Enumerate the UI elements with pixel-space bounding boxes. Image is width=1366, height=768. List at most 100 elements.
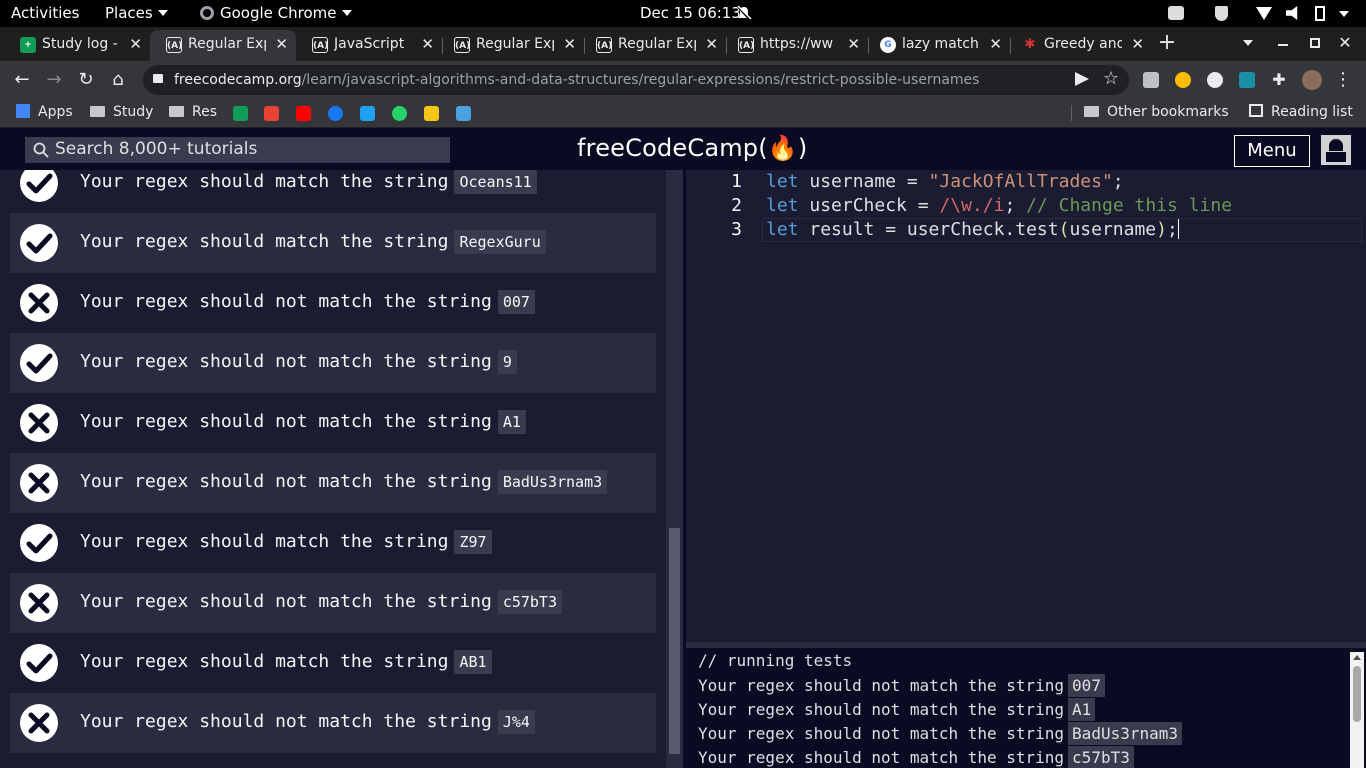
bookmarks-bar: Apps Study Res Other bookmarks Reading l… [0,98,1366,128]
profile-avatar[interactable] [1302,70,1322,90]
bookmark-res[interactable]: Res [169,104,217,120]
facebook-icon[interactable] [328,106,343,121]
test-text: Your regex should match the string [80,651,449,672]
bookmark-other[interactable]: Other bookmarks [1084,104,1229,120]
scrollbar-thumb[interactable] [1353,666,1361,722]
console-scrollbar[interactable] [1350,652,1364,768]
fcc-logo[interactable]: freeCodeCamp(🔥) [577,134,807,162]
home-icon[interactable]: ⌂ [105,67,131,93]
folder-icon [169,106,184,117]
console-line: Your regex should not match the string 00… [698,674,1105,697]
avatar[interactable] [1321,135,1351,165]
restore-icon[interactable] [1310,38,1320,48]
close-icon[interactable]: ✕ [275,35,288,53]
places-menu[interactable]: Places [105,4,168,22]
gmail-icon[interactable] [264,106,279,121]
close-icon[interactable]: ✕ [421,35,434,53]
user-icon-body [1326,152,1346,162]
tab-title: Regular Exp [476,36,554,52]
search-placeholder: Search 8,000+ tutorials [55,139,258,159]
test-result-row: Your regex should match the string AB1 [10,633,656,693]
extension-icon[interactable] [1207,72,1223,88]
tab-search-chevron-icon[interactable] [1232,30,1258,56]
code-text: result = userCheck.test [798,219,1059,240]
test-code: RegexGuru [454,230,546,254]
tab-javascript[interactable]: (A) JavaScript ✕ [296,30,443,61]
console-text: Your regex should not match the string [698,700,1065,719]
scroll-up-icon[interactable] [1353,655,1361,660]
code-line: let userCheck = /\w./i; // Change this l… [766,195,1232,216]
apps-grid-icon [16,104,30,118]
activities-button[interactable]: Activities [11,4,79,22]
close-icon[interactable]: ✕ [847,35,860,53]
chevron-down-icon [1339,11,1349,17]
drive-icon[interactable] [233,106,248,121]
close-icon[interactable]: ✕ [129,35,142,53]
test-code: c57bT3 [497,590,562,614]
send-icon[interactable] [1075,72,1089,86]
tab-https-link[interactable]: (A) https://ww ✕ [722,30,869,61]
app-menu[interactable]: Google Chrome [200,4,352,22]
tab-study-log[interactable]: + Study log - G ✕ [4,30,150,61]
tab-strip: + Study log - G ✕ (A) Regular Exp ✕ (A) … [0,27,1366,61]
console-code: BadUs3rnam3 [1068,722,1183,745]
close-icon[interactable]: ✕ [989,35,1002,53]
clock[interactable]: Dec 15 06:13 [640,4,741,22]
tab-title: Regular Exp [618,36,696,52]
tab-regular-expressions-active[interactable]: (A) Regular Exp ✕ [150,30,296,61]
whatsapp-icon[interactable] [392,106,407,121]
test-description: Your regex should match the string Oceans… [80,170,537,194]
code-editor[interactable]: 1 2 3 let username = "JackOfAllTrades"; … [686,170,1366,642]
bookmark-app-icon[interactable] [424,106,439,121]
youtube-icon[interactable] [296,106,311,121]
fcc-icon: (A) [166,37,182,53]
new-tab-icon[interactable]: + [1154,30,1180,56]
reload-icon[interactable]: ↻ [73,67,99,93]
test-description: Your regex should not match the string c5… [80,590,562,614]
wifi-icon [1256,7,1272,20]
tab-greedy[interactable]: ✱ Greedy and ✕ [1006,30,1152,61]
search-icon [33,142,49,158]
extension-icon[interactable] [1143,72,1159,88]
twitter-icon[interactable] [360,106,375,121]
check-icon [20,644,58,682]
test-code: BadUs3rnam3 [497,470,608,494]
test-description: Your regex should not match the string 9 [80,350,517,374]
address-bar[interactable]: freecodecamp.org/learn/javascript-algori… [143,65,1129,95]
forward-icon[interactable]: → [41,67,67,93]
tab-regular-expressions-3[interactable]: (A) Regular Exp ✕ [580,30,727,61]
scrollbar-thumb[interactable] [669,528,680,754]
folder-icon [1084,106,1099,117]
tests-scrollbar[interactable] [666,170,683,768]
test-description: Your regex should match the string Z97 [80,530,492,554]
test-text: Your regex should match the string [80,531,449,552]
test-code: 007 [497,290,535,314]
close-window-icon[interactable]: ✕ [1332,30,1358,56]
string-literal: "JackOfAllTrades" [928,171,1113,192]
cross-icon [20,584,58,622]
test-code: AB1 [454,650,492,674]
bookmark-app-icon[interactable] [456,106,471,121]
tab-regular-expressions-2[interactable]: (A) Regular Exp ✕ [438,30,585,61]
close-icon[interactable]: ✕ [705,35,718,53]
bookmark-apps[interactable]: Apps [16,104,73,120]
extension-icon[interactable] [1175,72,1191,88]
test-text: Your regex should match the string [80,171,449,192]
console-text: Your regex should not match the string [698,748,1065,767]
minimize-icon[interactable] [1278,44,1288,46]
star-icon[interactable]: ☆ [1103,68,1119,89]
reading-list-button[interactable]: Reading list [1249,104,1353,120]
kebab-menu-icon[interactable]: ⋮ [1330,67,1356,93]
menu-button[interactable]: Menu [1234,135,1310,167]
bookmark-study[interactable]: Study [90,104,153,120]
code-text: userCheck = [798,195,940,216]
extension-icon[interactable] [1239,72,1255,88]
puzzle-icon[interactable]: ✚ [1266,67,1292,93]
test-text: Your regex should not match the string [80,591,492,612]
test-result-row: Your regex should not match the string 00… [10,273,656,333]
back-icon[interactable]: ← [9,67,35,93]
tab-lazy-match[interactable]: G lazy match ✕ [864,30,1011,61]
close-icon[interactable]: ✕ [563,35,576,53]
close-icon[interactable]: ✕ [1131,35,1144,53]
search-input[interactable]: Search 8,000+ tutorials [25,137,450,163]
